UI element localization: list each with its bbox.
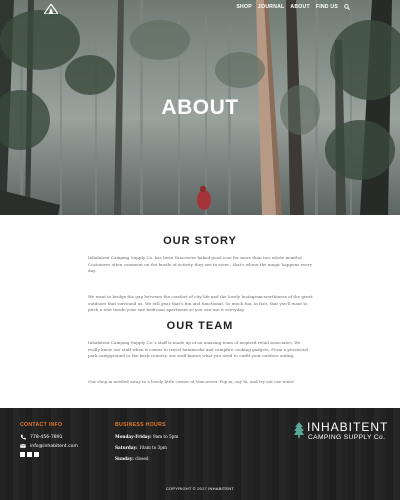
- brand-name: INHABITENT: [307, 420, 389, 434]
- page-title: ABOUT: [161, 96, 239, 119]
- top-navigation-bar: SHOP JOURNAL ABOUT FIND US: [0, 0, 400, 18]
- story-paragraph-1: Inhabitent Camping Supply Co. has been V…: [88, 255, 312, 274]
- phone-number[interactable]: 778-456-7891: [30, 435, 63, 440]
- email-row[interactable]: info@inhabitent.com: [20, 443, 78, 449]
- sunday-label: Sunday:: [115, 456, 134, 461]
- weekday-label: Monday-Friday:: [115, 434, 152, 439]
- team-paragraph-1: Inhabitent Camping Supply Co.'s staff is…: [88, 340, 309, 359]
- nav-about-link[interactable]: ABOUT: [290, 4, 309, 10]
- nav-journal-link[interactable]: JOURNAL: [258, 4, 284, 10]
- pine-tree-icon: [294, 422, 304, 438]
- business-hours-heading: BUSINESS HOURS: [115, 422, 166, 428]
- nav-find-us-link[interactable]: FIND US: [316, 4, 338, 10]
- contact-info-heading: CONTACT INFO: [20, 422, 63, 428]
- instagram-icon[interactable]: [34, 452, 39, 457]
- saturday-label: Saturday:: [115, 445, 138, 450]
- copyright-text: COPYRIGHT © 2017 INHABITENT: [165, 486, 235, 491]
- search-icon[interactable]: [344, 4, 350, 10]
- tent-logo-icon[interactable]: [44, 4, 58, 14]
- envelope-icon: [20, 444, 26, 448]
- hero-banner: SHOP JOURNAL ABOUT FIND US ABOUT: [0, 0, 400, 215]
- facebook-icon[interactable]: [20, 452, 25, 457]
- twitter-icon[interactable]: [27, 452, 32, 457]
- main-content: OUR STORY Inhabitent Camping Supply Co. …: [0, 215, 400, 408]
- saturday-hours: 10am to 3pm: [138, 445, 167, 450]
- our-team-heading: OUR TEAM: [166, 320, 234, 332]
- weekday-hours: 9am to 5pm: [152, 434, 179, 439]
- story-paragraph-2: We want to bridge the gap between the co…: [88, 294, 313, 313]
- phone-icon: [20, 434, 26, 440]
- phone-row[interactable]: 778-456-7891: [20, 434, 63, 440]
- our-story-heading: OUR STORY: [163, 235, 237, 247]
- main-nav: SHOP JOURNAL ABOUT FIND US: [236, 4, 350, 10]
- hours-sunday: Sunday: closed: [115, 456, 149, 461]
- social-links: [20, 452, 39, 457]
- nav-shop-link[interactable]: SHOP: [236, 4, 252, 10]
- email-address[interactable]: info@inhabitent.com: [30, 444, 78, 449]
- hours-saturday: Saturday: 10am to 3pm: [115, 445, 167, 450]
- team-paragraph-2: Our shop in nestled away in a lovely lit…: [88, 379, 295, 384]
- brand-tagline: CAMPING SUPPLY Co.: [308, 434, 386, 441]
- hours-weekday: Monday-Friday: 9am to 5pm: [115, 434, 178, 439]
- sunday-hours: closed: [135, 456, 149, 461]
- site-footer: CONTACT INFO 778-456-7891 info@inhabiten…: [0, 408, 400, 500]
